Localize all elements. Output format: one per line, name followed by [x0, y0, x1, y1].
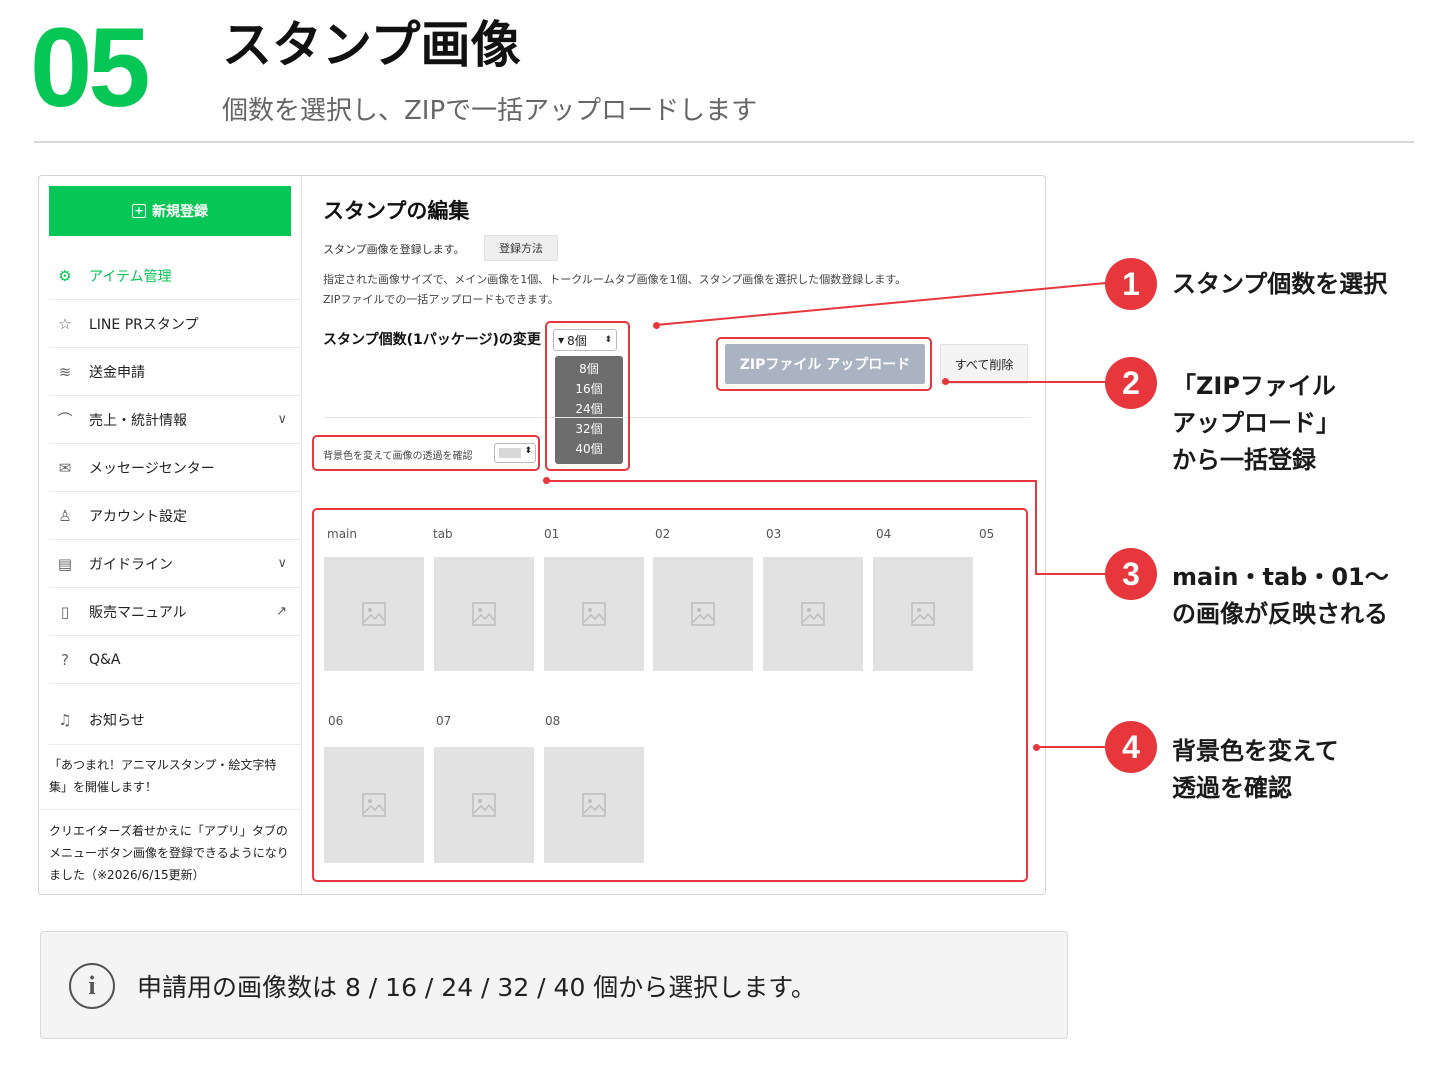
sidebar-item-label: ガイドライン: [89, 556, 173, 573]
sidebar-item-label: お知らせ: [89, 713, 145, 729]
sidebar-item-label: 販売マニュアル: [89, 604, 187, 621]
highlight-count-select: [545, 321, 630, 471]
sidebar-item-label: アイテム管理: [89, 268, 172, 285]
connector-dot: [653, 322, 660, 329]
howto-button[interactable]: 登録方法: [484, 235, 558, 261]
callout-text: スタンプ個数を選択: [1172, 270, 1388, 298]
description-line: ZIPファイルでの一括アップロードもできます。: [323, 293, 559, 306]
sidebar-item-label: Q&A: [89, 651, 121, 668]
sidebar-item-qa[interactable]: ? Q&A: [49, 636, 301, 684]
chevron-down-icon: ∨: [277, 556, 287, 571]
page-subtitle: 個数を選択し、ZIPで一括アップロードします: [222, 96, 758, 126]
sidebar-item-label: LINE PRスタンプ: [89, 316, 199, 333]
sidebar-item-label: アカウント設定: [89, 508, 187, 525]
callout-text: 「ZIPファイル アップロード」 から一括登録: [1172, 372, 1340, 474]
sidebar-item-remittance[interactable]: ≋ 送金申請: [49, 348, 301, 396]
callout-text: main・tab・01～ の画像が反映される: [1172, 563, 1389, 628]
sidebar-item-item-management[interactable]: ⚙ アイテム管理: [49, 252, 301, 300]
info-text: 申請用の画像数は 8 / 16 / 24 / 32 / 40 個から選択します。: [137, 973, 816, 1002]
sidebar-item-label: 送金申請: [89, 364, 145, 381]
highlight-zip-button: [716, 337, 932, 391]
chevron-down-icon: ∨: [277, 412, 287, 427]
book-icon: ▯: [60, 602, 70, 621]
editor-lead: スタンプ画像を登録します。: [323, 243, 465, 256]
section-divider: [323, 417, 1031, 418]
star-icon: ☆: [58, 314, 72, 333]
info-icon: i: [69, 963, 115, 1009]
news-item[interactable]: クリエイターズ着せかえに「アプリ」タブのメニューボタン画像を登録できるようになり…: [49, 820, 289, 886]
connector-dot: [543, 477, 550, 484]
external-link-icon: ↗: [276, 604, 287, 619]
delete-all-button[interactable]: すべて削除: [940, 344, 1028, 384]
sidebar-item-account-settings[interactable]: ♙ アカウント設定: [49, 492, 301, 540]
editor-title: スタンプの編集: [323, 199, 470, 223]
sidebar-item-message-center[interactable]: ✉ メッセージセンター: [49, 444, 301, 492]
header-divider: [34, 141, 1414, 143]
highlight-image-grid: [312, 508, 1028, 882]
sidebar: + 新規登録 ⚙ アイテム管理 ☆ LINE PRスタンプ ≋ 送金申請 ⌒ 売…: [39, 176, 302, 894]
document-icon: ▤: [57, 554, 73, 573]
coins-icon: ≋: [58, 362, 72, 381]
bell-icon: ♫: [58, 711, 72, 729]
editor-description: 指定された画像サイズで、メイン画像を1個、トークルームタブ画像を1個、スタンプ画…: [323, 270, 1023, 310]
news-divider: [39, 809, 301, 810]
new-registration-button[interactable]: + 新規登録: [49, 186, 291, 236]
highlight-bg-select: [312, 435, 540, 471]
sidebar-item-guidelines[interactable]: ▤ ガイドライン ∨: [49, 540, 301, 588]
callout-text: 背景色を変えて 透過を確認: [1172, 737, 1339, 802]
step-number: 05: [30, 5, 151, 130]
description-line: 指定された画像サイズで、メイン画像を1個、トークルームタブ画像を1個、スタンプ画…: [323, 273, 907, 286]
new-registration-label: 新規登録: [152, 204, 208, 220]
user-icon: ♙: [58, 506, 72, 525]
stamp-count-label: スタンプ個数(1パッケージ)の変更: [323, 332, 541, 348]
callout-number: 4: [1105, 721, 1157, 773]
gear-icon: ⚙: [58, 266, 72, 285]
sidebar-item-label: メッセージセンター: [89, 460, 215, 477]
news-item[interactable]: 「あつまれ！アニマルスタンプ・絵文字特集」を開催します！: [49, 754, 289, 798]
mail-icon: ✉: [58, 458, 72, 477]
page-title: スタンプ画像: [222, 16, 521, 74]
sidebar-item-sales-manual[interactable]: ▯ 販売マニュアル ↗: [49, 588, 301, 636]
sidebar-item-label: 売上・統計情報: [89, 412, 187, 429]
sidebar-item-notices[interactable]: ♫ お知らせ: [49, 696, 301, 745]
connector-dot: [1033, 744, 1040, 751]
chart-icon: ⌒: [57, 411, 73, 429]
callout-number: 3: [1105, 548, 1157, 600]
callout-number: 2: [1105, 357, 1157, 409]
question-icon: ?: [61, 650, 69, 669]
callout-number: 1: [1105, 258, 1157, 310]
info-box: i 申請用の画像数は 8 / 16 / 24 / 32 / 40 個から選択しま…: [40, 931, 1068, 1039]
sidebar-item-sales-stats[interactable]: ⌒ 売上・統計情報 ∨: [49, 396, 301, 444]
plus-icon: +: [132, 204, 146, 218]
connector-dot: [942, 378, 949, 385]
sidebar-item-line-pr-stamp[interactable]: ☆ LINE PRスタンプ: [49, 300, 301, 348]
